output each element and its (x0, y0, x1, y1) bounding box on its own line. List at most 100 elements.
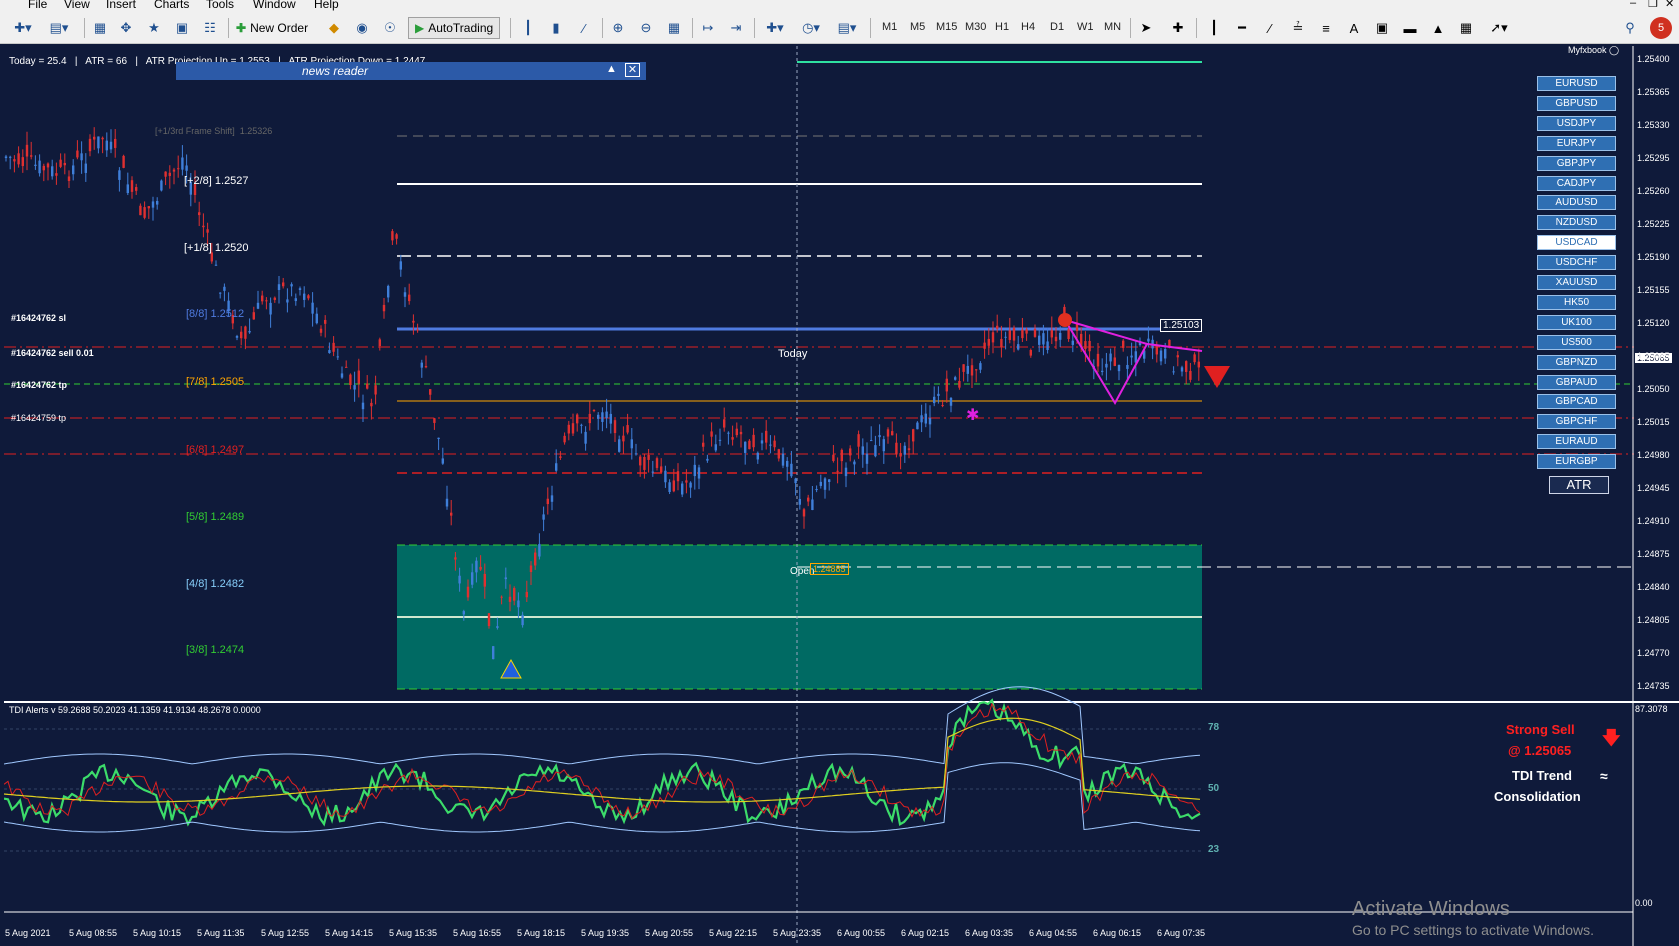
candle-body (962, 364, 965, 372)
symbol-button-eurjpy[interactable]: EURJPY (1537, 135, 1616, 151)
timeframe-h4[interactable]: H4 (1021, 21, 1035, 33)
autoscroll-icon[interactable]: ↦ (698, 17, 718, 39)
zoom-in-icon[interactable]: ⊕ (608, 17, 628, 39)
minimize-icon[interactable]: – (1630, 0, 1636, 9)
rectangle-icon[interactable]: ▬ (1400, 17, 1420, 39)
text-label-icon[interactable]: ▣ (1372, 17, 1392, 39)
time-tick: 5 Aug 23:35 (773, 928, 822, 938)
candle-body (529, 565, 533, 573)
symbol-button-gbpjpy[interactable]: GBPJPY (1537, 155, 1616, 171)
chart-shift-icon[interactable]: ⇥ (726, 17, 746, 39)
candle-body (765, 430, 768, 443)
candle-body (303, 293, 306, 300)
autotrading-button[interactable]: ▶ AutoTrading (408, 17, 501, 39)
symbol-button-euraud[interactable]: EURAUD (1537, 434, 1616, 450)
menu-charts[interactable]: Charts (154, 0, 189, 11)
symbol-button-eurusd[interactable]: EURUSD (1537, 76, 1616, 91)
horizontal-line-icon[interactable]: ━ (1232, 17, 1252, 39)
timeframe-m15[interactable]: M15 (936, 21, 957, 33)
timeframe-m1[interactable]: M1 (882, 21, 897, 33)
candle-body (1021, 329, 1024, 339)
chart-canvas[interactable]: ✱ (4, 46, 1679, 946)
triangle-icon[interactable]: ▲ (1428, 17, 1448, 39)
symbol-button-gbpchf[interactable]: GBPCHF (1537, 414, 1616, 430)
candle-body (945, 378, 948, 392)
candle-body (206, 229, 209, 233)
candle-body (433, 418, 436, 423)
menu-file[interactable]: File (28, 0, 47, 11)
new-chart-icon[interactable]: ✚▾ (8, 17, 38, 39)
candle-body (328, 350, 331, 354)
data-window-icon[interactable]: ✥ (116, 17, 136, 39)
symbol-button-usdchf[interactable]: USDCHF (1537, 255, 1616, 271)
timeframe-d1[interactable]: D1 (1050, 21, 1064, 33)
text-icon[interactable]: A (1344, 17, 1364, 39)
timeframe-h1[interactable]: H1 (995, 21, 1009, 33)
symbol-button-gbpusd[interactable]: GBPUSD (1537, 95, 1616, 111)
atr-button[interactable]: ATR (1549, 476, 1609, 494)
timeframe-m5[interactable]: M5 (910, 21, 925, 33)
metaeditor-icon[interactable]: ◆ (324, 17, 344, 39)
menu-window[interactable]: Window (253, 0, 296, 11)
symbol-button-xauusd[interactable]: XAUUSD (1537, 275, 1616, 290)
candle-body (252, 312, 255, 320)
symbol-button-gbpcad[interactable]: GBPCAD (1537, 394, 1616, 410)
symbol-button-audusd[interactable]: AUDUSD (1537, 195, 1616, 211)
symbol-button-gbpaud[interactable]: GBPAUD (1537, 374, 1616, 390)
symbol-button-usdjpy[interactable]: USDJPY (1537, 115, 1616, 131)
close-news-icon[interactable]: ✕ (625, 63, 640, 77)
symbol-button-uk100[interactable]: UK100 (1537, 314, 1616, 330)
market-watch-icon[interactable]: ▦ (90, 17, 110, 39)
community-icon[interactable]: ☉ (380, 17, 400, 39)
myfxbook-label[interactable]: Myfxbook ◯ (1568, 45, 1619, 56)
candle-body (1008, 330, 1011, 340)
symbol-button-cadjpy[interactable]: CADJPY (1537, 175, 1616, 191)
crosshair-icon[interactable]: ✚ (1168, 17, 1188, 39)
symbol-button-us500[interactable]: US500 (1537, 334, 1616, 350)
menu-tools[interactable]: Tools (206, 0, 234, 11)
periods-icon[interactable]: ◷▾ (796, 17, 826, 39)
zoom-out-icon[interactable]: ⊖ (636, 17, 656, 39)
menu-view[interactable]: View (64, 0, 90, 11)
vertical-line-icon[interactable]: ┃ (1204, 17, 1224, 39)
equidistant-channel-icon[interactable]: ≟ (1288, 17, 1308, 39)
bar-chart-icon[interactable]: ┃ (518, 17, 538, 39)
symbol-button-usdcad[interactable]: USDCAD (1537, 235, 1616, 251)
timeframe-w1[interactable]: W1 (1077, 21, 1094, 33)
timeframe-m30[interactable]: M30 (965, 21, 986, 33)
restore-icon[interactable]: ❐ (1648, 0, 1658, 10)
more-tools-icon[interactable]: ➚▾ (1484, 17, 1514, 39)
symbol-button-eurgbp[interactable]: EURGBP (1537, 454, 1616, 470)
fibonacci-icon[interactable]: ≡ (1316, 17, 1336, 39)
candle-body (345, 366, 348, 368)
time-tick: 6 Aug 03:35 (965, 928, 1014, 938)
time-tick: 5 Aug 22:15 (709, 928, 758, 938)
candlestick-icon[interactable]: ▮ (546, 17, 566, 39)
grid-icon[interactable]: ▦ (1456, 17, 1476, 39)
collapse-icon[interactable]: ▲ (606, 63, 617, 75)
menu-insert[interactable]: Insert (106, 0, 136, 11)
signals-icon[interactable]: ◉ (352, 17, 372, 39)
close-icon[interactable]: ✕ (1665, 0, 1674, 10)
trendline-icon[interactable]: ∕ (1260, 17, 1280, 39)
notification-badge[interactable]: 5 (1650, 17, 1672, 39)
symbol-button-gbpnzd[interactable]: GBPNZD (1537, 354, 1616, 370)
time-tick: 5 Aug 08:55 (69, 928, 118, 938)
chart-window[interactable]: ✱ Today = 25.4 | ATR = 66 | ATR Projecti… (4, 45, 1679, 946)
strategy-tester-icon[interactable]: ☷ (200, 17, 220, 39)
indicators-icon[interactable]: ✚▾ (760, 17, 790, 39)
search-icon[interactable]: ⚲ (1620, 17, 1640, 39)
line-chart-icon[interactable]: ∕ (574, 17, 594, 39)
terminal-icon[interactable]: ▣ (172, 17, 192, 39)
timeframe-mn[interactable]: MN (1104, 21, 1121, 33)
menu-help[interactable]: Help (314, 0, 339, 11)
profiles-icon[interactable]: ▤▾ (44, 17, 74, 39)
new-order-button[interactable]: ✚ New Order (236, 17, 308, 39)
symbol-button-hk50[interactable]: HK50 (1537, 294, 1616, 310)
navigator-icon[interactable]: ★ (144, 17, 164, 39)
symbol-button-nzdusd[interactable]: NZDUSD (1537, 215, 1616, 231)
templates-icon[interactable]: ▤▾ (832, 17, 862, 39)
tile-windows-icon[interactable]: ▦ (664, 17, 684, 39)
cursor-icon[interactable]: ➤ (1136, 17, 1156, 39)
news-reader-panel[interactable]: news reader ▲ ✕ (176, 62, 646, 80)
